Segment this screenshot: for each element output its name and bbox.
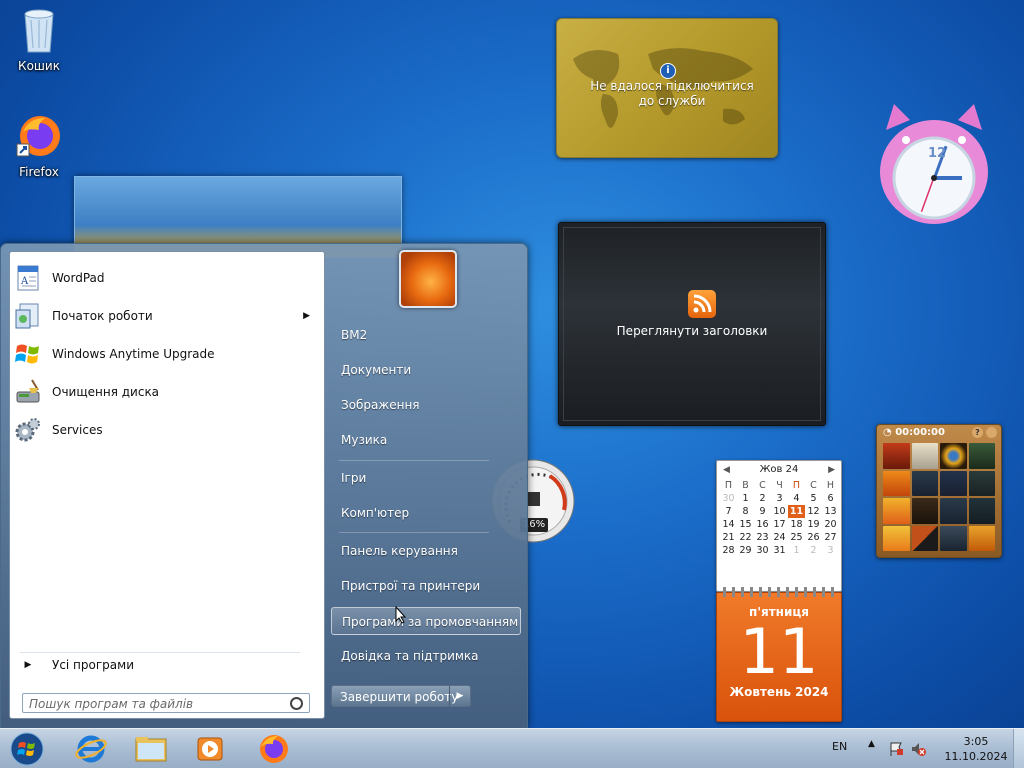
place-help-support[interactable]: Довідка та підтримка xyxy=(331,642,521,670)
desktop-icon-firefox[interactable]: Firefox xyxy=(4,112,74,179)
calendar-rings xyxy=(723,587,835,597)
place-user-folder[interactable]: ВМ2 xyxy=(331,321,521,349)
volume-muted-icon[interactable] xyxy=(910,741,926,757)
arrow-right-icon: ▶ xyxy=(24,660,32,670)
help-icon[interactable]: ? xyxy=(972,427,983,438)
taskbar-internet-explorer[interactable] xyxy=(64,731,118,767)
desktop-icon-recycle-bin[interactable]: Кошик xyxy=(4,6,74,73)
media-player-icon xyxy=(197,737,223,761)
disk-cleanup-icon xyxy=(16,379,40,403)
info-icon: i xyxy=(660,63,676,79)
all-programs-label: Усі програми xyxy=(52,658,134,672)
currency-gadget[interactable]: i Не вдалося підключитися до служби xyxy=(556,18,778,158)
calendar-day-number: 11 xyxy=(739,615,819,688)
submenu-arrow-icon: ▶ xyxy=(303,311,310,321)
view-headlines-link[interactable]: Переглянути заголовки xyxy=(564,324,820,338)
timer-icon: ◔ xyxy=(883,427,896,438)
feed-headlines-gadget[interactable]: Переглянути заголовки xyxy=(558,222,826,426)
picture-puzzle-gadget[interactable]: ◔ 00:00:00 ? xyxy=(876,424,1002,558)
windows-explorer-icon xyxy=(135,737,167,762)
recycle-bin-icon xyxy=(4,6,74,57)
clock-gadget[interactable]: 12 xyxy=(876,100,992,228)
getting-started-icon xyxy=(15,303,39,329)
clock-area[interactable]: 3:05 11.10.2024 xyxy=(936,734,1016,764)
firefox-icon xyxy=(4,112,74,163)
program-label: Початок роботи xyxy=(52,309,153,323)
place-pictures[interactable]: Зображення xyxy=(331,391,521,419)
place-control-panel[interactable]: Панель керування xyxy=(331,537,521,565)
show-hidden-icons-icon[interactable]: ▲ xyxy=(868,739,875,749)
windows-flag-icon xyxy=(15,344,39,364)
rss-icon xyxy=(688,290,716,318)
place-computer[interactable]: Комп'ютер xyxy=(331,499,521,527)
language-indicator[interactable]: EN xyxy=(832,740,847,753)
firefox-icon xyxy=(260,735,288,763)
prev-month-icon[interactable]: ◀ xyxy=(723,461,730,479)
search-icon[interactable] xyxy=(290,697,303,710)
shutdown-options-arrow-icon[interactable]: ▶ xyxy=(449,686,470,706)
separator xyxy=(339,532,489,533)
puzzle-timer: 00:00:00 xyxy=(895,427,945,438)
start-menu: A WordPad Початок роботи ▶ Windows Anyti… xyxy=(0,243,528,729)
show-desktop-button[interactable] xyxy=(1013,729,1024,768)
start-orb-icon xyxy=(10,732,44,766)
calendar-month-year: Жовтень 2024 xyxy=(729,685,829,699)
taskbar-windows-explorer[interactable] xyxy=(124,731,178,767)
calendar-today: 11 xyxy=(788,505,805,518)
next-month-icon[interactable]: ▶ xyxy=(828,461,835,479)
program-windows-anytime-upgrade[interactable]: Windows Anytime Upgrade xyxy=(14,336,320,372)
program-label: Windows Anytime Upgrade xyxy=(52,347,215,361)
currency-error-message: Не вдалося підключитися до служби xyxy=(590,79,754,108)
services-gear-icon xyxy=(15,418,40,442)
place-games[interactable]: Ігри xyxy=(331,464,521,492)
search-placeholder: Пошук програм та файлів xyxy=(29,697,194,711)
place-devices-printers[interactable]: Пристрої та принтери xyxy=(331,572,521,600)
clock-numeral: 12 xyxy=(928,146,947,161)
program-wordpad[interactable]: A WordPad xyxy=(14,260,320,296)
taskbar-time: 3:05 xyxy=(963,735,989,748)
svg-text:A: A xyxy=(20,276,29,287)
wordpad-icon: A xyxy=(17,265,39,291)
program-label: Очищення диска xyxy=(52,385,160,399)
calendar-gadget[interactable]: ◀ Жов 24 ▶ ПВСЧПСН 30 1 2 3 4 5 6 7 8 9 10 11 12 13 … xyxy=(716,460,842,722)
desktop-icon-label: Firefox xyxy=(19,165,59,179)
program-label: Services xyxy=(52,423,103,437)
taskbar-media-player[interactable] xyxy=(184,731,238,767)
taskbar-firefox[interactable] xyxy=(246,731,300,767)
program-getting-started[interactable]: Початок роботи ▶ xyxy=(14,298,320,334)
calendar-month-label: Жов 24 xyxy=(759,464,799,475)
user-avatar[interactable] xyxy=(399,250,457,308)
place-default-programs[interactable]: Програми за промовчанням xyxy=(331,607,521,635)
taskbar: EN ▲ 3:05 11.10.2024 xyxy=(0,728,1024,768)
calendar-month-view: ◀ Жов 24 ▶ ПВСЧПСН 30 1 2 3 4 5 6 7 8 9 10 11 12 13 … xyxy=(716,460,842,592)
start-menu-programs-pane: A WordPad Початок роботи ▶ Windows Anyti… xyxy=(9,251,325,719)
calendar-day-view: п'ятниця 11 Жовтень 2024 xyxy=(716,587,842,722)
program-services[interactable]: Services xyxy=(14,412,320,448)
desktop-icon-label: Кошик xyxy=(18,59,60,73)
program-label: WordPad xyxy=(52,271,105,285)
search-programs-input[interactable]: Пошук програм та файлів xyxy=(22,693,310,713)
puzzle-grid[interactable] xyxy=(883,443,995,551)
all-programs-button[interactable]: ▶ Усі програми xyxy=(14,650,320,680)
start-menu-places-pane: ВМ2 Документи Зображення Музика Ігри Ком… xyxy=(331,244,521,728)
start-button[interactable] xyxy=(0,731,54,767)
taskbar-date: 11.10.2024 xyxy=(944,750,1008,763)
shutdown-button[interactable]: Завершити роботу ▶ xyxy=(331,685,471,707)
action-center-flag-icon[interactable] xyxy=(888,741,904,757)
mouse-cursor-icon xyxy=(395,606,407,624)
system-tray: EN ▲ 3:05 11.10.2024 xyxy=(824,729,1024,768)
shutdown-label: Завершити роботу xyxy=(340,690,459,704)
shuffle-icon[interactable] xyxy=(986,427,997,438)
calendar-grid: ПВСЧПСН 30 1 2 3 4 5 6 7 8 9 10 11 12 13 14 15 16 17 18 1… xyxy=(722,480,837,556)
internet-explorer-icon xyxy=(75,735,107,763)
separator xyxy=(339,460,489,461)
program-disk-cleanup[interactable]: Очищення диска xyxy=(14,374,320,410)
place-documents[interactable]: Документи xyxy=(331,356,521,384)
place-music[interactable]: Музика xyxy=(331,426,521,454)
